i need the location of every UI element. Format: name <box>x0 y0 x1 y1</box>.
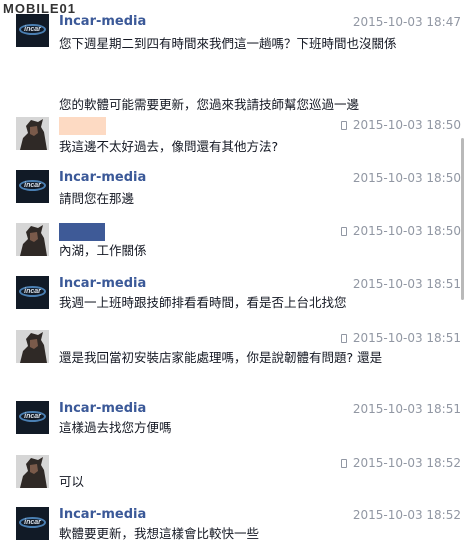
avatar[interactable]: incar <box>16 401 49 434</box>
logo-text: incar <box>24 288 41 295</box>
watermark: MOBILE01 <box>3 1 77 16</box>
mobile-phone-icon <box>340 459 347 468</box>
sender-name[interactable]: Incar-media <box>59 170 146 186</box>
message-text: 內湖，工作關係 <box>59 243 147 258</box>
timestamp: 2015-10-03 18:50 <box>340 117 461 133</box>
timestamp: 2015-10-03 18:47 <box>353 14 461 30</box>
avatar[interactable]: incar <box>16 170 49 203</box>
sender-name-redacted <box>59 117 106 135</box>
timestamp: 2015-10-03 18:51 <box>340 330 461 346</box>
timestamp: 2015-10-03 18:50 <box>340 223 461 239</box>
message-text: 您的軟體可能需要更新，您過來我請技師幫您巡過一邊 <box>59 97 360 112</box>
timestamp-text: 2015-10-03 18:47 <box>352 15 461 29</box>
avatar[interactable] <box>16 330 49 363</box>
timestamp: 2015-10-03 18:52 <box>340 455 461 471</box>
message-text: 我週一上班時跟技師排看看時間，看是否上台北找您 <box>59 295 347 310</box>
avatar[interactable]: incar <box>16 507 49 540</box>
person-silhouette-icon <box>16 330 49 363</box>
sender-name[interactable]: Incar-media <box>59 14 146 30</box>
timestamp-text: 2015-10-03 18:51 <box>352 402 461 416</box>
logo-text: incar <box>24 26 41 33</box>
mobile-phone-icon <box>340 227 347 236</box>
timestamp-text: 2015-10-03 18:50 <box>352 118 461 132</box>
person-silhouette-icon <box>16 223 49 256</box>
sender-name[interactable]: Incar-media <box>59 401 146 417</box>
timestamp-text: 2015-10-03 18:51 <box>352 331 461 345</box>
avatar[interactable] <box>16 223 49 256</box>
logo-text: incar <box>24 182 41 189</box>
message-text: 這樣過去找您方便嗎 <box>59 420 172 435</box>
message-text: 我這邊不太好過去，像問還有其他方法? <box>59 139 279 154</box>
timestamp-text: 2015-10-03 18:52 <box>352 508 461 522</box>
timestamp-text: 2015-10-03 18:50 <box>352 171 461 185</box>
message-text: 還是我回當初安裝店家能處理嗎，你是說韌體有問題? 還是 <box>59 350 383 365</box>
person-silhouette-icon <box>16 455 49 488</box>
timestamp: 2015-10-03 18:52 <box>353 507 461 523</box>
sender-name-redacted <box>59 223 105 241</box>
timestamp-text: 2015-10-03 18:51 <box>352 277 461 291</box>
sender-name[interactable]: Incar-media <box>59 507 146 523</box>
avatar[interactable] <box>16 117 49 150</box>
timestamp-text: 2015-10-03 18:50 <box>352 224 461 238</box>
mobile-phone-icon <box>340 121 347 130</box>
timestamp: 2015-10-03 18:51 <box>353 276 461 292</box>
scrollbar[interactable] <box>461 138 464 300</box>
avatar[interactable]: incar <box>16 14 49 47</box>
mobile-phone-icon <box>340 334 347 343</box>
logo-text: incar <box>24 519 41 526</box>
message-text: 可以 <box>59 474 85 489</box>
message-text: 您下週星期二到四有時間來我們這一趟嗎？下班時間也沒關係 <box>59 36 397 51</box>
person-silhouette-icon <box>16 117 49 150</box>
timestamp: 2015-10-03 18:51 <box>353 401 461 417</box>
message-text: 軟體要更新，我想這樣會比較快一些 <box>59 526 260 541</box>
message-text: 請問您在那邊 <box>59 191 135 206</box>
timestamp-text: 2015-10-03 18:52 <box>352 456 461 470</box>
avatar[interactable] <box>16 455 49 488</box>
timestamp: 2015-10-03 18:50 <box>353 170 461 186</box>
logo-text: incar <box>24 413 41 420</box>
sender-name[interactable]: Incar-media <box>59 276 146 292</box>
avatar[interactable]: incar <box>16 276 49 309</box>
